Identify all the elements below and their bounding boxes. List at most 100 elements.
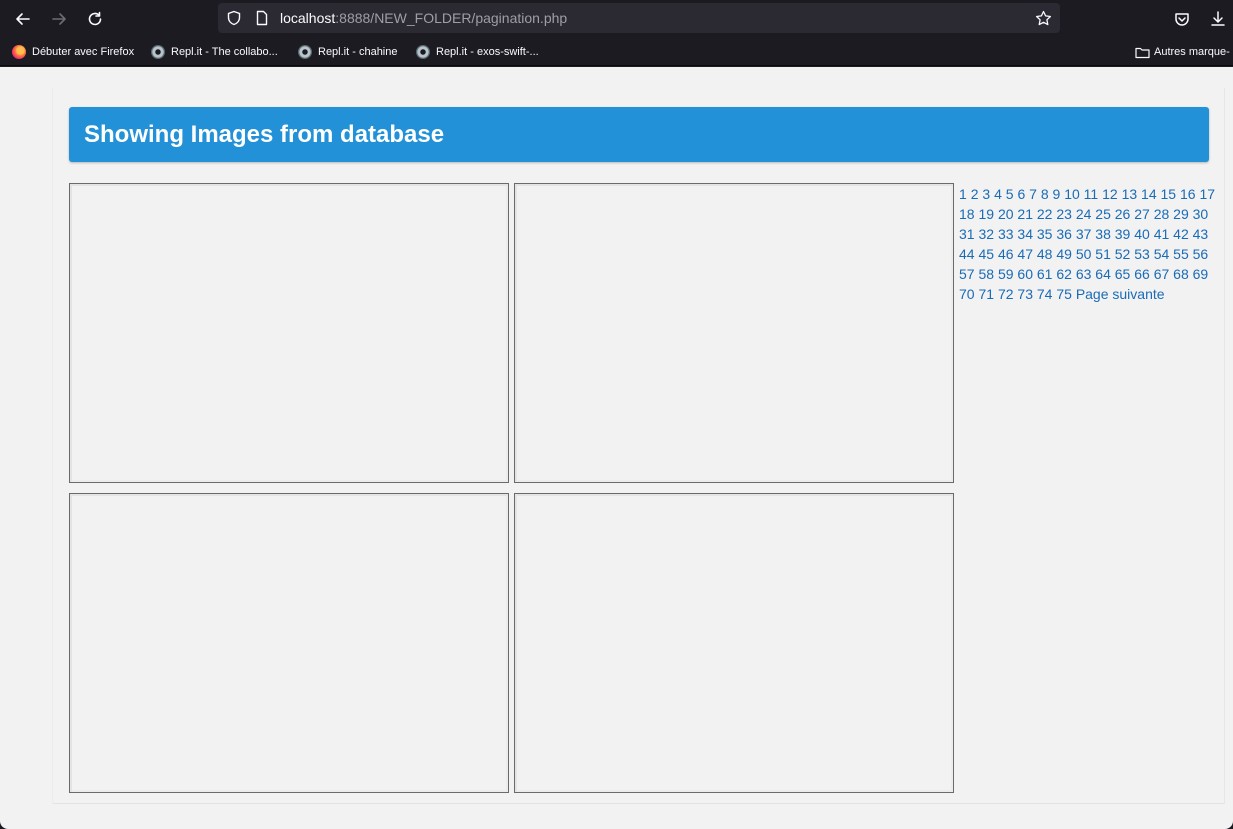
page-link-49[interactable]: 49 <box>1056 246 1072 262</box>
page-link-14[interactable]: 14 <box>1141 186 1157 202</box>
page-link-74[interactable]: 74 <box>1037 286 1053 302</box>
page-link-45[interactable]: 45 <box>978 246 994 262</box>
bookmark-replit-collabo[interactable]: Repl.it - The collabo... <box>151 44 278 60</box>
page-link-43[interactable]: 43 <box>1193 226 1209 242</box>
star-icon[interactable] <box>1035 10 1052 27</box>
page-link-15[interactable]: 15 <box>1161 186 1177 202</box>
page-link-46[interactable]: 46 <box>998 246 1014 262</box>
page-link-17[interactable]: 17 <box>1199 186 1215 202</box>
page-link-32[interactable]: 32 <box>978 226 994 242</box>
forward-arrow-icon <box>52 13 66 25</box>
page-link-59[interactable]: 59 <box>998 266 1014 282</box>
page-link-10[interactable]: 10 <box>1064 186 1080 202</box>
page-link-63[interactable]: 63 <box>1076 266 1092 282</box>
page-header: Showing Images from database <box>69 107 1209 162</box>
page-link-31[interactable]: 31 <box>959 226 975 242</box>
page-link-22[interactable]: 22 <box>1037 206 1053 222</box>
page-link-28[interactable]: 28 <box>1154 206 1170 222</box>
page-link-64[interactable]: 64 <box>1095 266 1111 282</box>
page-link-37[interactable]: 37 <box>1076 226 1092 242</box>
page-link-36[interactable]: 36 <box>1056 226 1072 242</box>
page-link-42[interactable]: 42 <box>1173 226 1189 242</box>
page-link-52[interactable]: 52 <box>1115 246 1131 262</box>
page-link-53[interactable]: 53 <box>1134 246 1150 262</box>
page-link-16[interactable]: 16 <box>1180 186 1196 202</box>
page-link-9[interactable]: 9 <box>1053 186 1061 202</box>
pocket-button[interactable] <box>1169 6 1195 32</box>
page-link-4[interactable]: 4 <box>994 186 1002 202</box>
back-button[interactable] <box>10 6 36 32</box>
page-link-60[interactable]: 60 <box>1017 266 1033 282</box>
page-link-30[interactable]: 30 <box>1193 206 1209 222</box>
folder-icon <box>1135 47 1150 58</box>
page-link-57[interactable]: 57 <box>959 266 975 282</box>
page-link-20[interactable]: 20 <box>998 206 1014 222</box>
page-link-23[interactable]: 23 <box>1056 206 1072 222</box>
page-link-69[interactable]: 69 <box>1193 266 1209 282</box>
page-link-44[interactable]: 44 <box>959 246 975 262</box>
page-link-66[interactable]: 66 <box>1134 266 1150 282</box>
other-bookmarks-label: Autres marque- <box>1154 46 1230 58</box>
page-link-12[interactable]: 12 <box>1102 186 1118 202</box>
bookmark-replit-chahine[interactable]: Repl.it - chahine <box>298 44 398 60</box>
page-link-40[interactable]: 40 <box>1134 226 1150 242</box>
page-link-58[interactable]: 58 <box>978 266 994 282</box>
page-link-13[interactable]: 13 <box>1122 186 1138 202</box>
page-link-41[interactable]: 41 <box>1154 226 1170 242</box>
page-link-39[interactable]: 39 <box>1115 226 1131 242</box>
page-link-24[interactable]: 24 <box>1076 206 1092 222</box>
page-link-70[interactable]: 70 <box>959 286 975 302</box>
page-link-54[interactable]: 54 <box>1154 246 1170 262</box>
page-link-6[interactable]: 6 <box>1017 186 1025 202</box>
page-link-33[interactable]: 33 <box>998 226 1014 242</box>
page-link-72[interactable]: 72 <box>998 286 1014 302</box>
page-link-27[interactable]: 27 <box>1134 206 1150 222</box>
bookmark-firefox[interactable]: Débuter avec Firefox <box>12 44 134 60</box>
page-link-26[interactable]: 26 <box>1115 206 1131 222</box>
page-link-50[interactable]: 50 <box>1076 246 1092 262</box>
url-host: localhost <box>280 10 336 26</box>
page-link-61[interactable]: 61 <box>1037 266 1053 282</box>
firefox-icon <box>12 45 26 59</box>
page-link-67[interactable]: 67 <box>1154 266 1170 282</box>
page-link-62[interactable]: 62 <box>1056 266 1072 282</box>
forward-button[interactable] <box>46 6 72 32</box>
url-bar[interactable]: localhost:8888/NEW_FOLDER/pagination.php <box>218 3 1060 33</box>
page-link-3[interactable]: 3 <box>982 186 990 202</box>
page-link-73[interactable]: 73 <box>1017 286 1033 302</box>
next-page-link[interactable]: Page suivante <box>1076 286 1165 302</box>
page-link-8[interactable]: 8 <box>1041 186 1049 202</box>
page-link-18[interactable]: 18 <box>959 206 975 222</box>
other-bookmarks[interactable]: Autres marque- <box>1135 44 1230 60</box>
page-link-29[interactable]: 29 <box>1173 206 1189 222</box>
page-link-51[interactable]: 51 <box>1095 246 1111 262</box>
bookmark-replit-exos[interactable]: Repl.it - exos-swift-... <box>416 44 539 60</box>
page-link-71[interactable]: 71 <box>978 286 994 302</box>
downloads-button[interactable] <box>1205 6 1231 32</box>
page-link-68[interactable]: 68 <box>1173 266 1189 282</box>
page-link-48[interactable]: 48 <box>1037 246 1053 262</box>
back-arrow-icon <box>16 13 30 25</box>
page-link-7[interactable]: 7 <box>1029 186 1037 202</box>
page-link-38[interactable]: 38 <box>1095 226 1111 242</box>
url-path: :8888/NEW_FOLDER/pagination.php <box>335 10 568 26</box>
page-link-35[interactable]: 35 <box>1037 226 1053 242</box>
page-link-25[interactable]: 25 <box>1095 206 1111 222</box>
url-text[interactable]: localhost:8888/NEW_FOLDER/pagination.php <box>280 10 567 26</box>
bookmark-label: Repl.it - chahine <box>318 46 398 58</box>
image-placeholder-1 <box>69 183 509 483</box>
page-link-5[interactable]: 5 <box>1006 186 1014 202</box>
page-link-34[interactable]: 34 <box>1017 226 1033 242</box>
page-link-19[interactable]: 19 <box>978 206 994 222</box>
replit-icon <box>151 45 165 59</box>
page-link-75[interactable]: 75 <box>1056 286 1072 302</box>
page-link-1[interactable]: 1 <box>959 186 967 202</box>
page-link-55[interactable]: 55 <box>1173 246 1189 262</box>
reload-button[interactable] <box>82 6 108 32</box>
page-link-2[interactable]: 2 <box>971 186 979 202</box>
page-link-11[interactable]: 11 <box>1084 186 1099 202</box>
page-link-21[interactable]: 21 <box>1017 206 1033 222</box>
page-link-47[interactable]: 47 <box>1017 246 1033 262</box>
page-link-56[interactable]: 56 <box>1193 246 1209 262</box>
page-link-65[interactable]: 65 <box>1115 266 1131 282</box>
